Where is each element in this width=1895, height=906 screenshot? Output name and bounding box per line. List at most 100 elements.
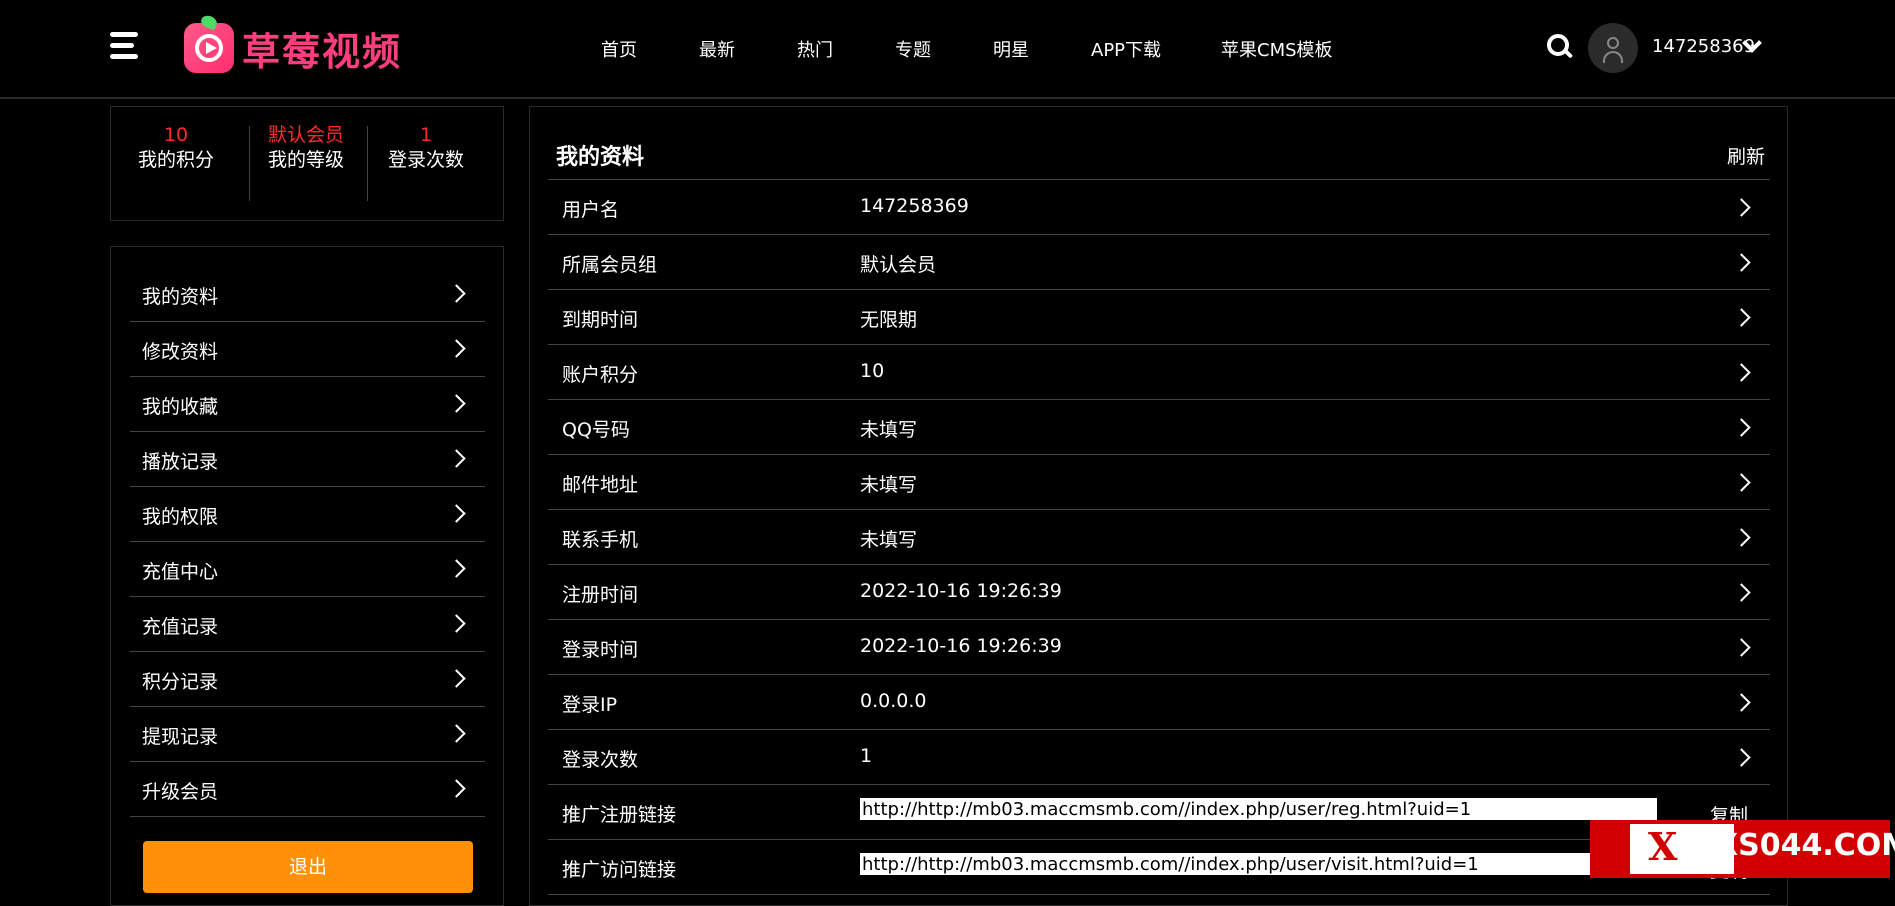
sidebar-item-label: 我的资料 <box>142 286 219 308</box>
visit-link-field[interactable] <box>860 853 1657 875</box>
profile-row-login-time[interactable]: 登录时间 2022-10-16 19:26:39 <box>548 620 1770 675</box>
profile-row-visit-link: 推广访问链接 复制 <box>548 840 1770 895</box>
nav-hot[interactable]: 热门 <box>797 36 833 62</box>
profile-row-register-link: 推广注册链接 复制 <box>548 785 1770 840</box>
nav-cms-template[interactable]: 苹果CMS模板 <box>1221 36 1333 62</box>
row-key: 账户积分 <box>562 364 639 386</box>
chevron-right-icon <box>447 724 466 743</box>
stat-level-label: 我的等级 <box>267 149 344 171</box>
sidebar-item-upgrade[interactable]: 升级会员 <box>130 762 485 817</box>
nav-app-download[interactable]: APP下载 <box>1091 36 1161 62</box>
row-value: 1 <box>860 745 873 767</box>
sidebar-item-withdraw-history[interactable]: 提现记录 <box>130 707 485 762</box>
strawberry-play-icon <box>184 13 234 73</box>
chevron-right-icon <box>447 504 466 523</box>
sidebar-item-favorites[interactable]: 我的收藏 <box>130 377 485 432</box>
sidebar-item-label: 提现记录 <box>142 726 219 748</box>
profile-row-register-time[interactable]: 注册时间 2022-10-16 19:26:39 <box>548 565 1770 620</box>
stat-points-label: 我的积分 <box>137 149 214 171</box>
sidebar-item-label: 升级会员 <box>142 781 219 803</box>
watermark-logo: X XS044.COM <box>1590 820 1895 878</box>
profile-row-member-group[interactable]: 所属会员组 默认会员 <box>548 235 1770 290</box>
row-value: 0.0.0.0 <box>860 690 927 712</box>
sidebar-item-points-history[interactable]: 积分记录 <box>130 652 485 707</box>
refresh-button[interactable]: 刷新 <box>1727 142 1765 169</box>
row-value: 147258369 <box>860 195 969 217</box>
avatar[interactable] <box>1588 23 1638 73</box>
chevron-right-icon <box>1732 693 1751 712</box>
row-key: 邮件地址 <box>562 474 639 496</box>
chevron-right-icon <box>447 614 466 633</box>
row-value: 未填写 <box>860 474 918 496</box>
row-value: 无限期 <box>860 309 918 331</box>
row-value: 默认会员 <box>860 254 937 276</box>
chevron-right-icon <box>447 559 466 578</box>
logo-text: 草莓视频 <box>242 29 403 74</box>
row-key: 登录时间 <box>562 639 639 661</box>
profile-panel: 我的资料 刷新 用户名 147258369 所属会员组 默认会员 到期时间 无限… <box>529 106 1788 906</box>
sidebar-item-label: 我的收藏 <box>142 396 219 418</box>
menu-icon[interactable] <box>110 32 140 60</box>
row-value: 未填写 <box>860 529 918 551</box>
stat-logins: 1 登录次数 <box>361 123 491 173</box>
chevron-right-icon <box>1732 473 1751 492</box>
search-icon[interactable] <box>1547 34 1574 60</box>
row-key: 用户名 <box>562 199 620 221</box>
profile-row-login-ip[interactable]: 登录IP 0.0.0.0 <box>548 675 1770 730</box>
sidebar-item-recharge-history[interactable]: 充值记录 <box>130 597 485 652</box>
row-value: 未填写 <box>860 419 918 441</box>
profile-row-expiry[interactable]: 到期时间 无限期 <box>548 290 1770 345</box>
page-title: 我的资料 <box>556 145 645 170</box>
top-header: 草莓视频 首页 最新 热门 专题 明星 APP下载 苹果CMS模板 147258… <box>0 0 1895 99</box>
chevron-right-icon <box>447 284 466 303</box>
nav-latest[interactable]: 最新 <box>699 36 735 62</box>
logout-button[interactable]: 退出 <box>143 841 473 893</box>
row-value: 2022-10-16 19:26:39 <box>860 580 1062 602</box>
row-value: 10 <box>860 360 885 382</box>
sidebar-item-play-history[interactable]: 播放记录 <box>130 432 485 487</box>
nav-stars[interactable]: 明星 <box>993 36 1029 62</box>
row-value: 2022-10-16 19:26:39 <box>860 635 1062 657</box>
chevron-right-icon <box>1732 748 1751 767</box>
sidebar-item-recharge-center[interactable]: 充值中心 <box>130 542 485 597</box>
row-key: 联系手机 <box>562 529 639 551</box>
chevron-right-icon <box>1732 198 1751 217</box>
profile-row-phone[interactable]: 联系手机 未填写 <box>548 510 1770 565</box>
chevron-right-icon <box>447 669 466 688</box>
user-stats-panel: 10 我的积分 默认会员 我的等级 1 登录次数 <box>110 106 504 221</box>
chevron-right-icon <box>447 779 466 798</box>
sidebar-item-label: 播放记录 <box>142 451 219 473</box>
stat-logins-value: 1 <box>419 124 433 146</box>
profile-row-qq[interactable]: QQ号码 未填写 <box>548 400 1770 455</box>
sidebar-item-label: 充值中心 <box>142 561 219 583</box>
stat-points: 10 我的积分 <box>111 123 241 173</box>
chevron-right-icon <box>1732 308 1751 327</box>
site-logo[interactable]: 草莓视频 <box>184 13 403 74</box>
row-key: 推广注册链接 <box>562 804 677 826</box>
row-key: 到期时间 <box>562 309 639 331</box>
chevron-right-icon <box>1732 253 1751 272</box>
profile-row-username[interactable]: 用户名 147258369 <box>548 180 1770 235</box>
stat-level-value: 默认会员 <box>267 124 344 146</box>
nav-topics[interactable]: 专题 <box>895 36 931 62</box>
sidebar-item-label: 我的权限 <box>142 506 219 528</box>
sidebar-item-my-profile[interactable]: 我的资料 <box>130 267 485 322</box>
chevron-right-icon <box>1732 583 1751 602</box>
chevron-right-icon <box>1732 363 1751 382</box>
row-key: 注册时间 <box>562 584 639 606</box>
sidebar-item-permissions[interactable]: 我的权限 <box>130 487 485 542</box>
row-key: 登录次数 <box>562 749 639 771</box>
chevron-right-icon <box>1732 528 1751 547</box>
sidebar-item-edit-profile[interactable]: 修改资料 <box>130 322 485 377</box>
profile-row-email[interactable]: 邮件地址 未填写 <box>548 455 1770 510</box>
header-username[interactable]: 147258369 <box>1652 36 1755 57</box>
sidebar-item-label: 积分记录 <box>142 671 219 693</box>
chevron-right-icon <box>447 339 466 358</box>
sidebar: 我的资料 修改资料 我的收藏 播放记录 我的权限 充值中心 充值记录 积分记录 … <box>110 246 504 906</box>
chevron-right-icon <box>1732 638 1751 657</box>
nav-home[interactable]: 首页 <box>601 36 637 62</box>
stat-level: 默认会员 我的等级 <box>241 123 371 173</box>
register-link-field[interactable] <box>860 798 1657 820</box>
profile-row-points[interactable]: 账户积分 10 <box>548 345 1770 400</box>
profile-row-login-count[interactable]: 登录次数 1 <box>548 730 1770 785</box>
